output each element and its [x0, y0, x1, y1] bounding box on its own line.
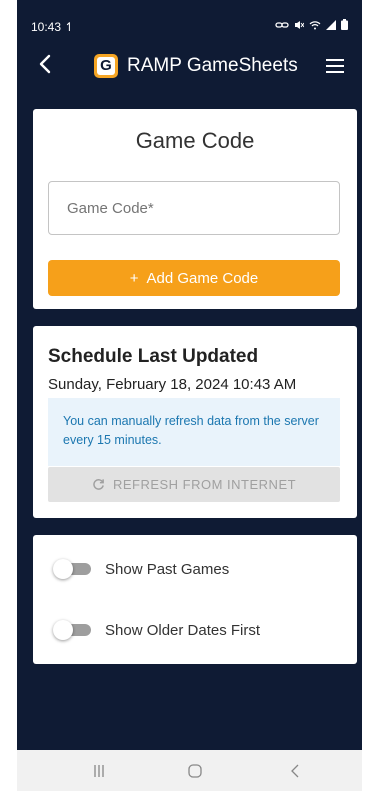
menu-button[interactable] — [322, 54, 348, 78]
settings-card: Show Past Games Show Older Dates First — [33, 535, 357, 664]
phone-screen: 10:43 ↿ G RAMP GameSheets Game Code Game… — [17, 0, 362, 791]
refresh-button-label: REFRESH FROM INTERNET — [112, 477, 297, 492]
refresh-info-box: You can manually refresh data from the s… — [48, 398, 340, 466]
app-title: RAMP GameSheets — [127, 55, 298, 76]
battery-icon — [341, 19, 348, 30]
add-game-code-label: Add Game Code — [146, 269, 259, 287]
status-time: 10:43 ↿ — [31, 20, 74, 34]
signal-icon — [325, 20, 336, 30]
refresh-info-text: You can manually refresh data from the s… — [63, 414, 319, 447]
status-bar: 10:43 ↿ — [17, 0, 362, 40]
wifi-icon — [309, 21, 321, 30]
status-icons — [275, 19, 348, 33]
game-code-card: Game Code + Add Game Code — [33, 109, 357, 309]
home-icon — [188, 763, 202, 778]
game-code-input[interactable] — [48, 181, 340, 235]
refresh-from-internet-button[interactable]: REFRESH FROM INTERNET — [48, 467, 340, 502]
back-button[interactable] — [31, 50, 59, 78]
system-back-icon — [291, 764, 299, 777]
link-icon — [275, 22, 289, 28]
show-older-dates-first-label: Show Older Dates First — [105, 621, 261, 639]
show-older-dates-first-toggle-row[interactable]: Show Older Dates First — [53, 620, 260, 640]
system-back-button[interactable] — [265, 750, 325, 791]
schedule-updated-date: Sunday, February 18, 2024 10:43 AM — [48, 376, 297, 393]
recents-button[interactable] — [69, 750, 129, 791]
recents-icon — [94, 764, 104, 777]
signal-indicator-icon: ↿ — [64, 20, 75, 34]
app-bar: G RAMP GameSheets — [17, 44, 362, 86]
home-button[interactable] — [165, 750, 225, 791]
plus-icon: + — [129, 269, 139, 287]
refresh-icon — [93, 479, 104, 490]
game-code-title: Game Code — [135, 128, 255, 153]
show-past-games-label: Show Past Games — [105, 560, 230, 578]
chevron-left-icon — [39, 54, 51, 74]
show-older-dates-first-switch[interactable] — [53, 620, 93, 640]
system-navigation-bar — [17, 750, 362, 791]
show-past-games-toggle-row[interactable]: Show Past Games — [53, 559, 229, 579]
schedule-title: Schedule Last Updated — [48, 346, 259, 367]
mute-icon — [294, 21, 305, 29]
show-past-games-switch[interactable] — [53, 559, 93, 579]
add-game-code-button[interactable]: + Add Game Code — [48, 260, 340, 296]
status-time-text: 10:43 — [31, 20, 62, 34]
schedule-card: Schedule Last Updated Sunday, February 1… — [33, 326, 357, 518]
hamburger-icon — [326, 59, 344, 61]
app-logo-letter: G — [97, 57, 115, 75]
app-logo: G — [94, 54, 118, 78]
